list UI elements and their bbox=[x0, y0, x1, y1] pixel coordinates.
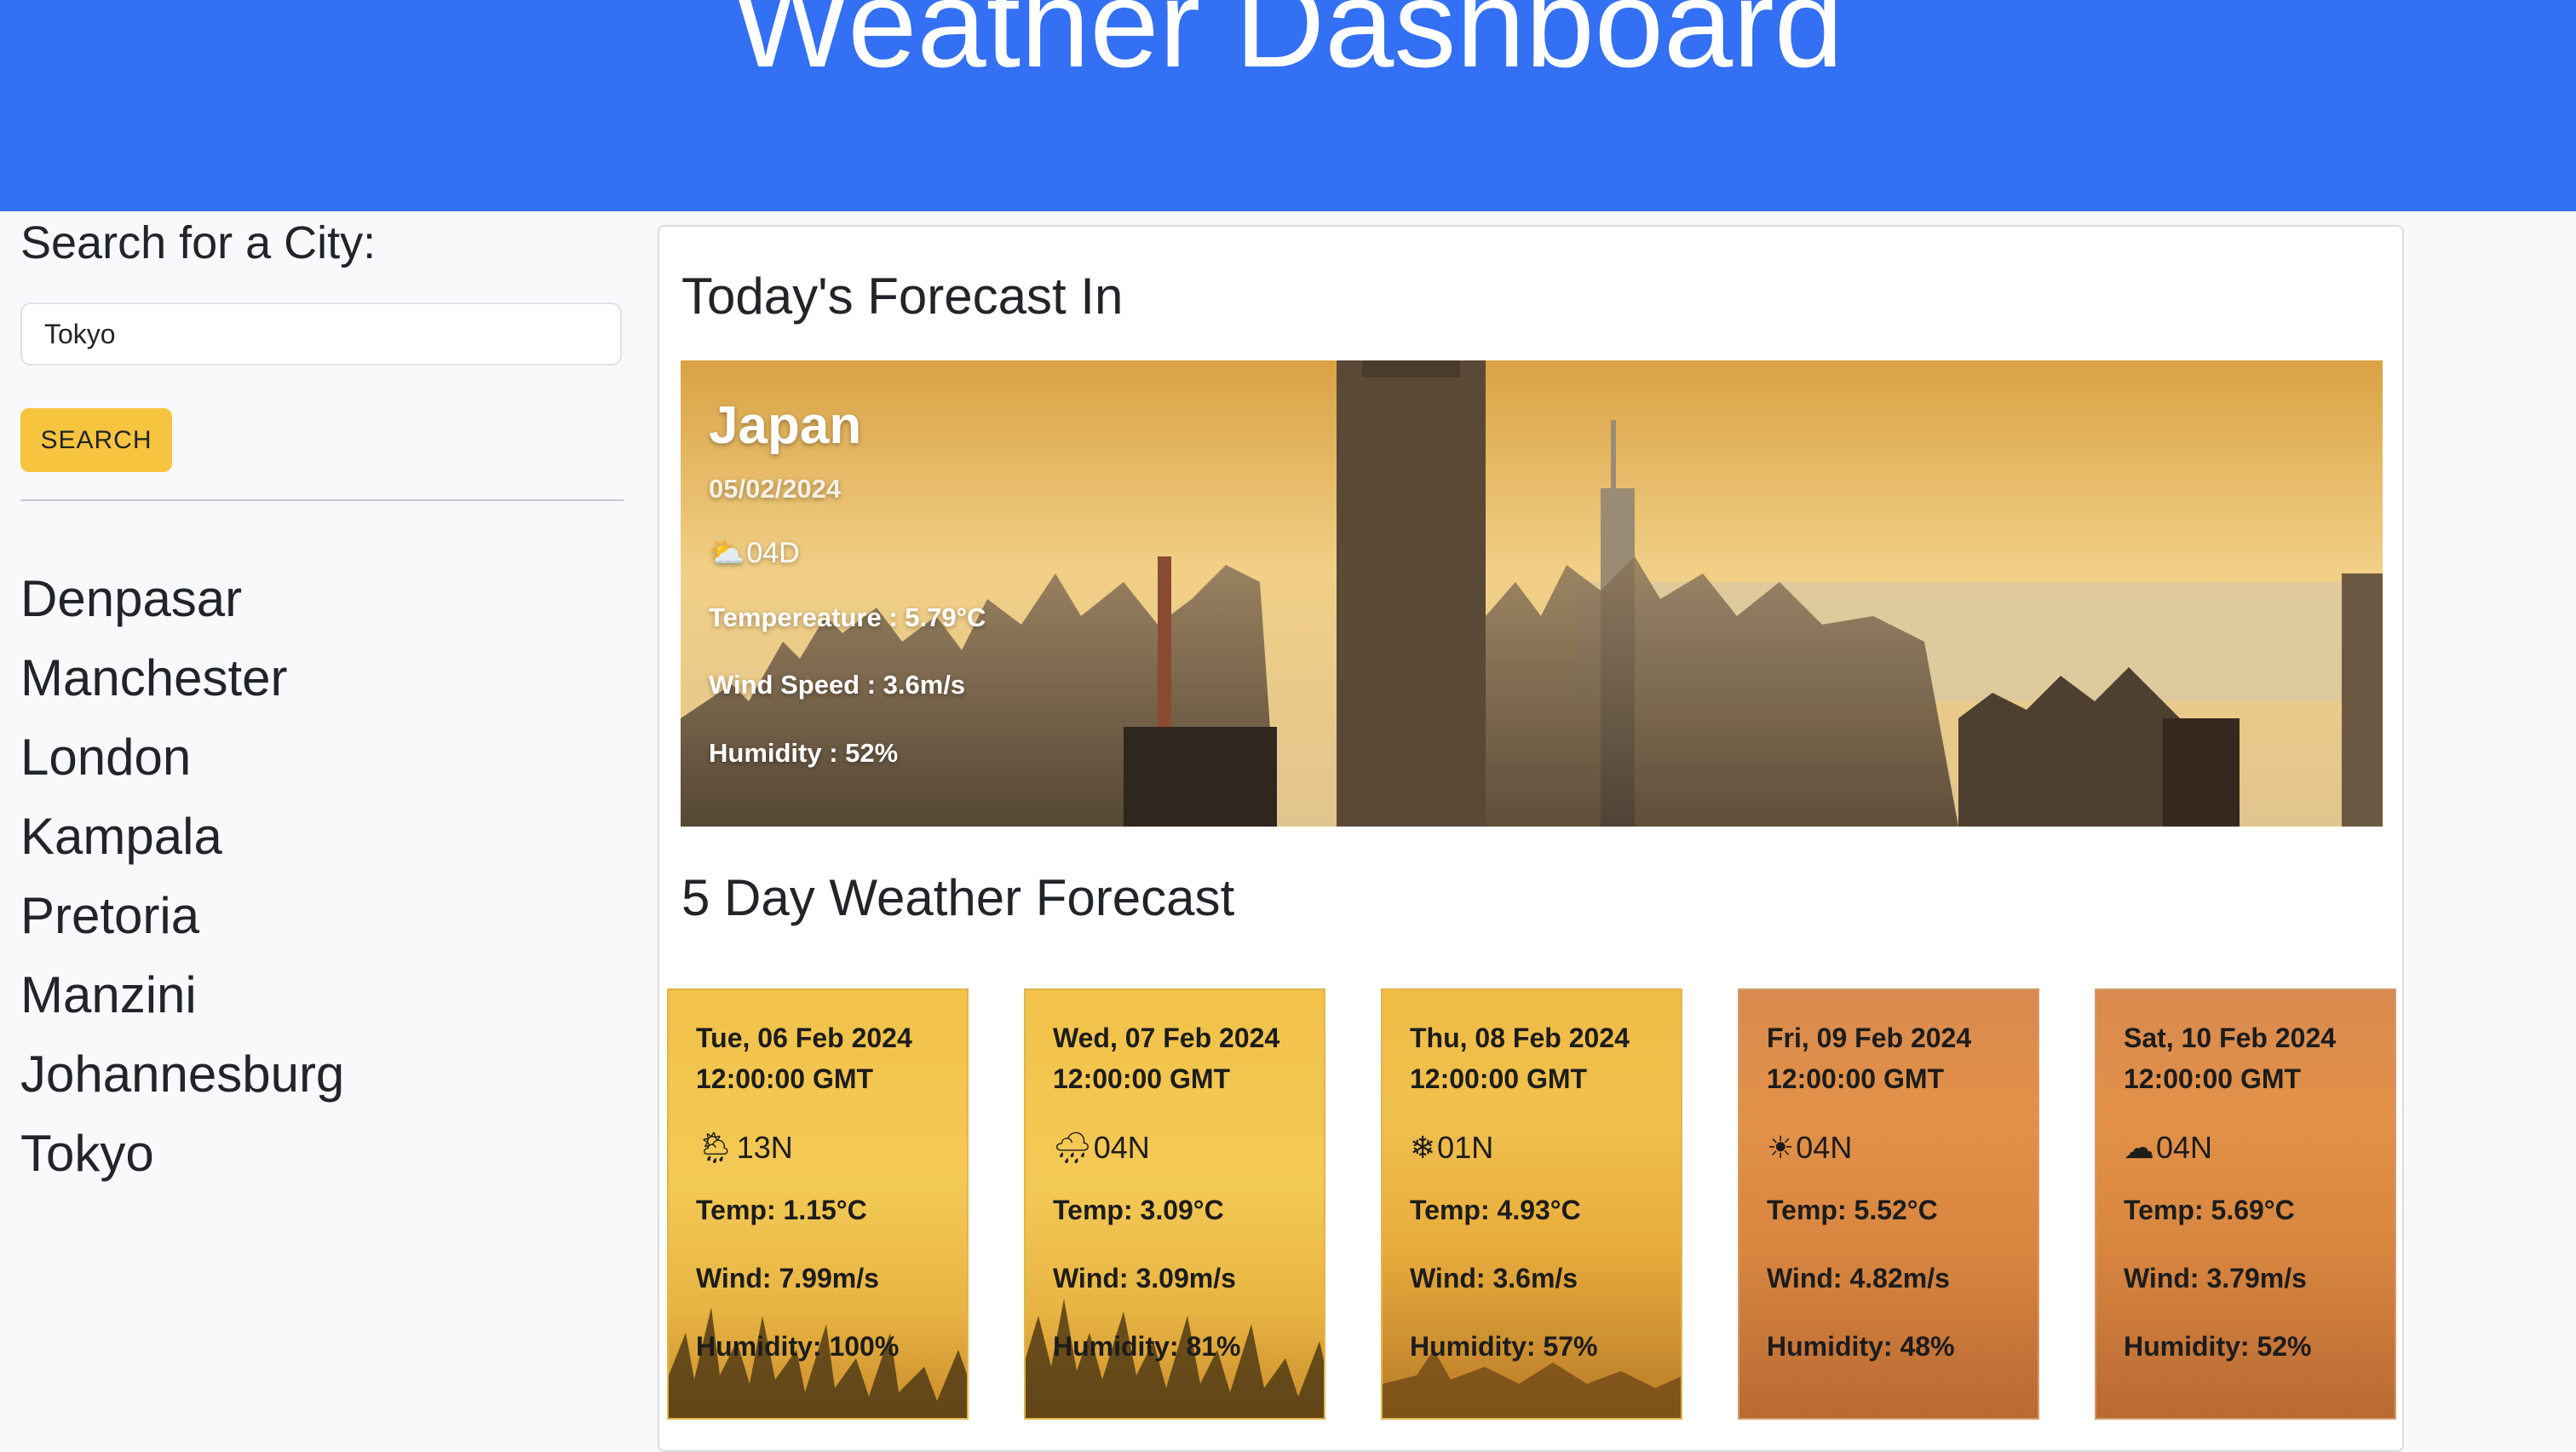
forecast-icon-row: 🌧 04N bbox=[1053, 1130, 1150, 1166]
search-input[interactable] bbox=[20, 302, 622, 366]
today-icon-code: 04D bbox=[746, 536, 800, 569]
forecast-wind: Wind: 4.82m/s bbox=[1767, 1263, 1950, 1294]
forecast-icon-row: ☁ 04N bbox=[2124, 1130, 2212, 1166]
search-button[interactable]: SEARCH bbox=[20, 408, 172, 472]
forecast-card-day-2: Wed, 07 Feb 2024 12:00:00 GMT 🌧 04N Temp… bbox=[1024, 988, 1325, 1420]
today-heading: Today's Forecast In bbox=[681, 268, 1124, 325]
city-skyline-image bbox=[681, 360, 2383, 827]
today-wind: Wind Speed : 3.6m/s bbox=[709, 670, 966, 700]
sun-icon: ☀ bbox=[1767, 1130, 1795, 1165]
forecast-temp: Temp: 1.15°C bbox=[696, 1195, 867, 1225]
forecast-wind: Wind: 3.79m/s bbox=[2124, 1263, 2307, 1294]
header-bar: Weather Dashboard bbox=[0, 0, 2576, 211]
forecast-icon-code: 13N bbox=[736, 1130, 793, 1165]
today-weather-icon-row: ⛅ 04D bbox=[709, 536, 800, 570]
cloud-rain-icon: 🌧 bbox=[1053, 1130, 1092, 1165]
today-date: 05/02/2024 bbox=[709, 474, 842, 504]
city-history-list: Denpasar Manchester London Kampala Preto… bbox=[20, 559, 344, 1193]
city-item-denpasar[interactable]: Denpasar bbox=[20, 559, 344, 638]
today-country: Japan bbox=[709, 396, 862, 455]
forecast-card-day-5: Sat, 10 Feb 2024 12:00:00 GMT ☁ 04N Temp… bbox=[2095, 988, 2396, 1420]
forecast-date: Fri, 09 Feb 2024 bbox=[1767, 1023, 1972, 1053]
forecast-humidity: Humidity: 81% bbox=[1053, 1331, 1241, 1362]
forecast-humidity: Humidity: 100% bbox=[696, 1331, 900, 1362]
forecast-temp: Temp: 4.93°C bbox=[1410, 1195, 1581, 1225]
city-item-pretoria[interactable]: Pretoria bbox=[20, 876, 344, 955]
forecast-card-day-3: Thu, 08 Feb 2024 12:00:00 GMT ❄ 01N Temp… bbox=[1381, 988, 1682, 1420]
forecast-time: 12:00:00 GMT bbox=[1767, 1063, 1945, 1094]
today-humidity: Humidity : 52% bbox=[709, 738, 899, 768]
forecast-wind: Wind: 3.09m/s bbox=[1053, 1263, 1236, 1294]
forecast-temp: Temp: 5.69°C bbox=[2124, 1195, 2295, 1225]
snowflake-icon: ❄ bbox=[1410, 1130, 1436, 1165]
five-day-heading: 5 Day Weather Forecast bbox=[681, 869, 1235, 926]
forecast-icon-code: 04N bbox=[2156, 1130, 2213, 1165]
forecast-humidity: Humidity: 57% bbox=[1410, 1331, 1598, 1362]
city-item-manzini[interactable]: Manzini bbox=[20, 955, 344, 1034]
page-title: Weather Dashboard bbox=[733, 0, 1843, 93]
forecast-icon-code: 04N bbox=[1093, 1130, 1150, 1165]
forecast-date: Thu, 08 Feb 2024 bbox=[1410, 1023, 1630, 1053]
forecast-icon-row: 🌦 13N bbox=[696, 1130, 793, 1166]
forecast-icon-code: 04N bbox=[1796, 1130, 1853, 1165]
city-item-london[interactable]: London bbox=[20, 717, 344, 797]
city-item-kampala[interactable]: Kampala bbox=[20, 797, 344, 876]
sun-cloud-icon: ⛅ bbox=[709, 537, 745, 569]
sidebar-divider bbox=[20, 499, 624, 501]
forecast-time: 12:00:00 GMT bbox=[696, 1063, 874, 1094]
search-label: Search for a City: bbox=[20, 217, 377, 268]
forecast-time: 12:00:00 GMT bbox=[1053, 1063, 1231, 1094]
forecast-time: 12:00:00 GMT bbox=[1410, 1063, 1588, 1094]
forecast-humidity: Humidity: 48% bbox=[1767, 1331, 1955, 1362]
forecast-date: Tue, 06 Feb 2024 bbox=[696, 1023, 912, 1053]
grass-image bbox=[1026, 1299, 1324, 1418]
forecast-icon-row: ☀ 04N bbox=[1767, 1130, 1852, 1166]
forecast-icon-row: ❄ 01N bbox=[1410, 1130, 1493, 1166]
forecast-date: Sat, 10 Feb 2024 bbox=[2124, 1023, 2337, 1053]
forecast-card-day-1: Tue, 06 Feb 2024 12:00:00 GMT 🌦 13N Temp… bbox=[667, 988, 969, 1420]
forecast-date: Wed, 07 Feb 2024 bbox=[1053, 1023, 1280, 1053]
today-forecast-card: Japan 05/02/2024 ⛅ 04D Tempereature : 5.… bbox=[681, 360, 2383, 827]
grass-image bbox=[669, 1307, 967, 1418]
forecast-wind: Wind: 7.99m/s bbox=[696, 1263, 879, 1294]
city-item-tokyo[interactable]: Tokyo bbox=[20, 1114, 344, 1193]
forecast-icon-code: 01N bbox=[1437, 1130, 1494, 1165]
forecast-temp: Temp: 5.52°C bbox=[1767, 1195, 1938, 1225]
forecast-temp: Temp: 3.09°C bbox=[1053, 1195, 1224, 1225]
city-item-johannesburg[interactable]: Johannesburg bbox=[20, 1034, 344, 1114]
city-item-manchester[interactable]: Manchester bbox=[20, 638, 344, 717]
forecast-card-day-4: Fri, 09 Feb 2024 12:00:00 GMT ☀ 04N Temp… bbox=[1738, 988, 2039, 1420]
cloud-icon: ☁ bbox=[2124, 1130, 2154, 1165]
sun-cloud-rain-icon: 🌦 bbox=[696, 1130, 735, 1165]
forecast-wind: Wind: 3.6m/s bbox=[1410, 1263, 1578, 1294]
today-temperature: Tempereature : 5.79°C bbox=[709, 602, 986, 632]
forecast-humidity: Humidity: 52% bbox=[2124, 1331, 2312, 1362]
forecast-time: 12:00:00 GMT bbox=[2124, 1063, 2302, 1094]
